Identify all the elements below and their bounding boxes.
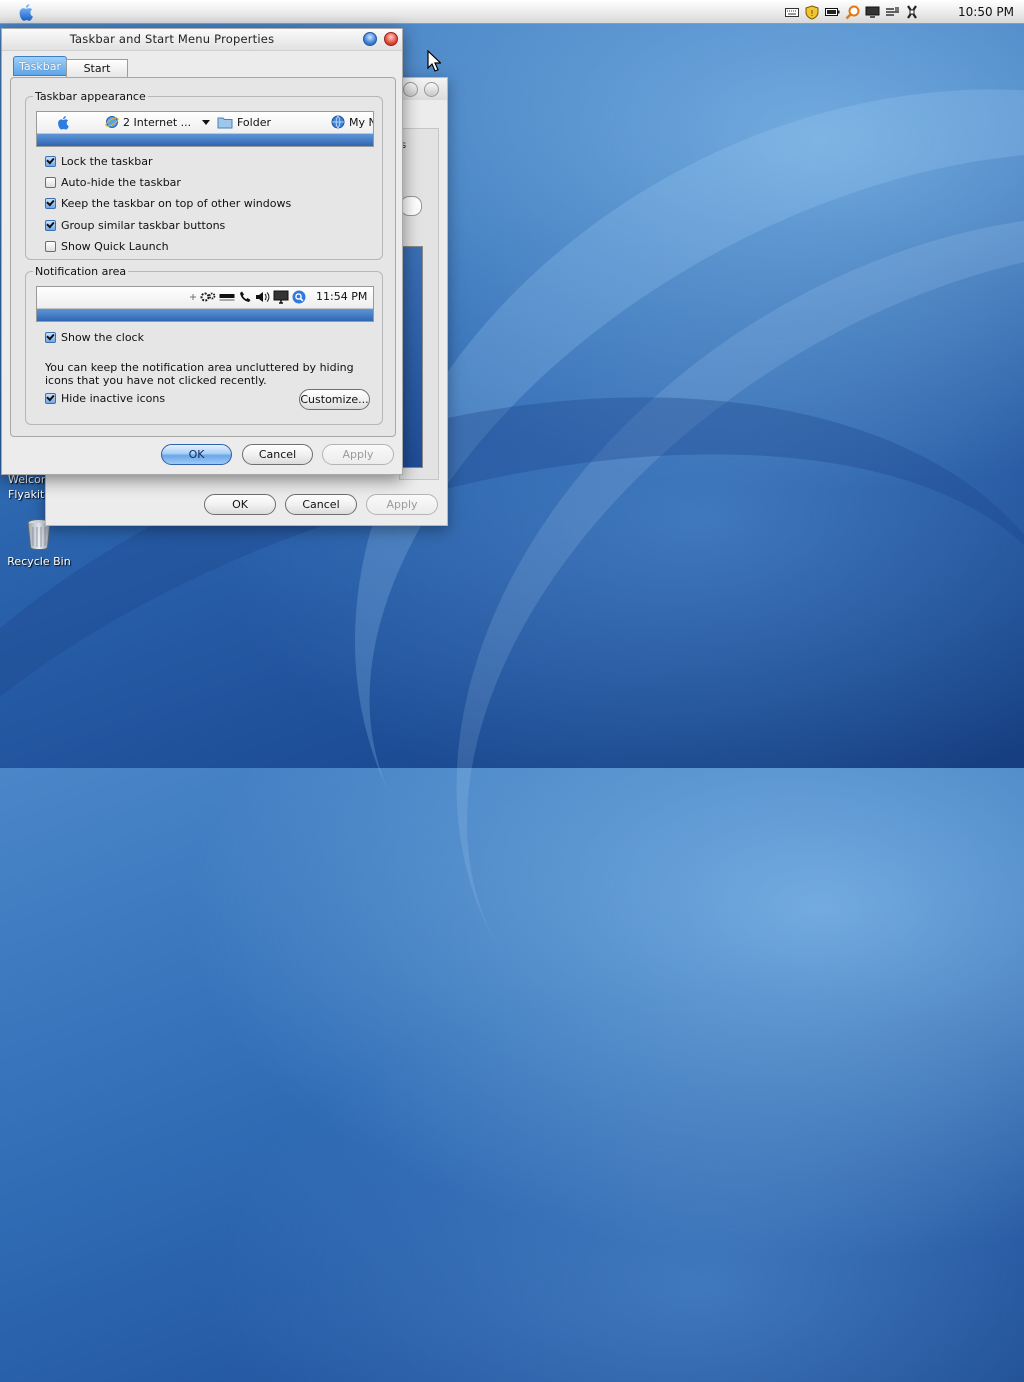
option-hide-inactive[interactable]: Hide inactive icons [45,392,165,405]
keep-on-top-checkbox[interactable] [45,198,56,209]
volume-icon [256,292,270,302]
taskbar-appearance-group: Taskbar appearance 2 Internet ... Folder [25,90,383,260]
notification-preview-bar: 11:54 PM [37,287,373,309]
monitor-icon[interactable] [864,4,880,20]
mouse-cursor-icon [427,50,441,72]
notification-preview-desktop [37,309,373,321]
taskbar-preview-item: My N [331,115,374,129]
taskbar-preview-item: Folder [217,115,271,129]
dialog-title: Taskbar and Start Menu Properties [69,32,275,46]
group-buttons-checkbox[interactable] [45,220,56,231]
taskbar-preview-desktop [37,134,373,146]
network-card-icon [219,294,235,301]
notification-preview-clock: 11:54 PM [316,290,368,303]
notification-area-legend: Notification area [33,265,129,278]
menu-bar: ! 10:50 PM [0,0,1024,24]
tab-panel-taskbar: Taskbar appearance 2 Internet ... Folder [10,77,396,437]
help-button[interactable] [363,32,377,46]
option-group-buttons[interactable]: Group similar taskbar buttons [45,219,225,232]
cancel-button[interactable]: Cancel [285,494,357,515]
option-quick-launch[interactable]: Show Quick Launch [45,240,169,253]
keep-on-top-label: Keep the taskbar on top of other windows [61,197,292,210]
desktop-icon-label: Flyakite [8,488,52,501]
battery-icon[interactable] [824,4,840,20]
show-clock-checkbox[interactable] [45,332,56,343]
taskbar-preview-bar: 2 Internet ... Folder My N [37,112,373,134]
auto-hide-checkbox[interactable] [45,177,56,188]
option-lock-taskbar[interactable]: Lock the taskbar [45,155,153,168]
lock-taskbar-checkbox[interactable] [45,156,56,167]
notification-preview-icons [189,290,306,304]
svg-text:!: ! [810,9,813,18]
display-icon [273,290,289,304]
taskbar-preview: 2 Internet ... Folder My N [36,111,374,147]
search-icon [292,290,306,304]
network-icon[interactable] [884,4,900,20]
dropdown-arrow-icon [202,120,211,125]
cancel-button[interactable]: Cancel [242,444,313,465]
option-show-clock[interactable]: Show the clock [45,331,144,344]
expand-arrow-icon [190,294,196,300]
network-globe-icon [331,115,345,129]
customize-button[interactable]: Customize... [299,389,370,410]
search-magnifier-icon[interactable] [844,4,860,20]
group-buttons-label: Group similar taskbar buttons [61,219,226,232]
internet-explorer-icon [105,116,119,128]
quick-launch-label: Show Quick Launch [61,240,169,253]
desktop-icon-label: Recycle Bin [7,555,71,568]
security-shield-icon[interactable]: ! [804,4,820,20]
dialog-titlebar[interactable]: Taskbar and Start Menu Properties [2,29,402,51]
option-keep-on-top[interactable]: Keep the taskbar on top of other windows [45,197,291,210]
lock-taskbar-label: Lock the taskbar [61,155,153,168]
folder-icon [217,117,233,129]
desktop: { "menubar": { "clock": "10:50 PM", "tra… [0,0,1024,1382]
option-auto-hide[interactable]: Auto-hide the taskbar [45,176,181,189]
system-tray: ! [784,4,920,20]
close-button[interactable] [384,32,398,46]
ok-button[interactable]: OK [204,494,276,515]
ok-button[interactable]: OK [161,444,232,465]
tab-start-menu[interactable]: Start Menu [66,59,128,88]
taskbar-preview-item-label: My N [349,115,374,129]
show-clock-label: Show the clock [61,331,144,344]
notification-description: You can keep the notification area unclu… [45,361,354,387]
notification-area-group: Notification area 11:54 PM Show the cloc… [25,265,383,425]
tools-icon[interactable] [904,4,920,20]
desktop-icon-partial[interactable]: Welcon Flyakite [8,473,52,501]
apply-button[interactable]: Apply [366,494,438,515]
apple-logo-icon [58,116,69,130]
keyboard-icon[interactable] [784,4,800,20]
notification-preview: 11:54 PM [36,286,374,322]
apply-button[interactable]: Apply [322,444,394,465]
taskbar-appearance-legend: Taskbar appearance [33,90,148,103]
hide-inactive-checkbox[interactable] [45,393,56,404]
taskbar-properties-dialog[interactable]: Taskbar and Start Menu Properties Taskba… [1,28,403,475]
taskbar-preview-item-label: 2 Internet ... [123,115,192,129]
close-button[interactable] [424,82,439,97]
minimize-button[interactable] [403,82,418,97]
apple-logo-icon[interactable] [17,2,37,22]
auto-hide-label: Auto-hide the taskbar [61,176,181,189]
tab-taskbar[interactable]: Taskbar [13,56,67,76]
taskbar-preview-item: 2 Internet ... [105,115,211,129]
gears-icon [200,292,216,302]
background-window-partial-button[interactable] [400,196,422,216]
phone-icon [240,291,251,302]
hide-inactive-label: Hide inactive icons [61,392,166,405]
quick-launch-checkbox[interactable] [45,241,56,252]
taskbar-preview-item-label: Folder [237,115,271,129]
menubar-clock[interactable]: 10:50 PM [958,5,1014,19]
